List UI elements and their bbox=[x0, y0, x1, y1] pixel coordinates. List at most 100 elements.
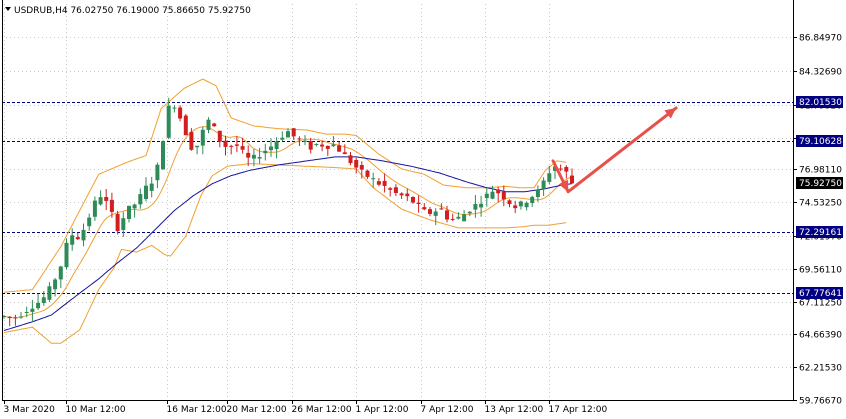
candle-body bbox=[354, 160, 359, 168]
candle-body bbox=[269, 146, 273, 151]
candle-body bbox=[7, 316, 12, 318]
candle-body bbox=[41, 297, 46, 303]
candle-body bbox=[303, 140, 307, 142]
candle-body bbox=[178, 107, 183, 119]
candle-body bbox=[507, 200, 512, 205]
candle-body bbox=[462, 214, 467, 222]
candle-body bbox=[513, 205, 518, 209]
candle-body bbox=[433, 211, 438, 216]
candle-body bbox=[229, 145, 234, 147]
y-tick-label: 64.66390 bbox=[799, 331, 842, 341]
candle-body bbox=[320, 144, 325, 147]
x-tick-label: 26 Mar 12:00 bbox=[292, 405, 352, 415]
candle-body bbox=[308, 141, 313, 150]
candle-body bbox=[439, 208, 444, 210]
candle-body bbox=[376, 181, 381, 185]
candle-body bbox=[183, 115, 188, 136]
candle-body bbox=[524, 202, 529, 208]
candle-body bbox=[127, 205, 131, 219]
candle-body bbox=[200, 129, 205, 146]
candle-body bbox=[161, 141, 165, 170]
candle-body bbox=[484, 193, 489, 199]
candle-body bbox=[331, 144, 336, 147]
candle-body bbox=[564, 167, 569, 172]
candle-body bbox=[75, 237, 80, 240]
candle-body bbox=[240, 146, 245, 150]
candle-body bbox=[64, 242, 69, 268]
level-label: 72.29161 bbox=[799, 228, 842, 238]
x-tick-label: 1 Apr 12:00 bbox=[356, 405, 409, 415]
candle-body bbox=[19, 316, 23, 318]
candle-body bbox=[189, 131, 194, 150]
candle-body bbox=[411, 197, 415, 203]
candle-body bbox=[166, 105, 171, 138]
candle-body bbox=[144, 185, 148, 199]
y-tick-label: 62.21530 bbox=[799, 364, 842, 374]
candle-body bbox=[467, 211, 472, 214]
candle-body bbox=[496, 189, 501, 194]
candle-body bbox=[286, 131, 290, 138]
candle-body bbox=[450, 218, 455, 220]
chart-title: USDRUB,H4 76.02750 76.19000 75.86650 75.… bbox=[14, 6, 251, 16]
candle-body bbox=[405, 193, 410, 197]
y-tick-label: 67.11250 bbox=[799, 299, 842, 309]
x-tick-label: 7 Apr 12:00 bbox=[421, 405, 474, 415]
candle-body bbox=[297, 138, 302, 140]
candle-body bbox=[87, 217, 92, 227]
y-tick-label: 86.84970 bbox=[799, 34, 842, 44]
x-tick-label: 17 Apr 12:00 bbox=[549, 405, 608, 415]
candle-body bbox=[263, 150, 268, 154]
candle-body bbox=[274, 141, 279, 150]
candle-body bbox=[257, 157, 262, 159]
candle-body bbox=[428, 209, 432, 214]
candle-body bbox=[422, 207, 427, 210]
candle-body bbox=[121, 218, 126, 230]
candle-body bbox=[445, 210, 449, 220]
candle-body bbox=[342, 152, 347, 154]
x-tick-label: 10 Mar 12:00 bbox=[66, 405, 126, 415]
candle-body bbox=[155, 164, 160, 181]
candle-body bbox=[518, 201, 523, 207]
candle-body bbox=[109, 199, 114, 212]
candle-body bbox=[195, 145, 200, 148]
candle-body bbox=[206, 119, 211, 130]
candle-body bbox=[291, 128, 296, 137]
y-tick-label: 74.53250 bbox=[799, 199, 842, 209]
x-tick-label: 3 Mar 2020 bbox=[4, 405, 56, 415]
candle-body bbox=[393, 187, 398, 193]
candle-body bbox=[541, 180, 546, 190]
candle-body bbox=[490, 191, 495, 199]
candle-body bbox=[456, 216, 461, 219]
price-chart[interactable]: 86.8497084.3269081.7932079.2704076.98110… bbox=[0, 0, 846, 419]
candle-body bbox=[416, 202, 421, 204]
candle-body bbox=[479, 203, 484, 208]
y-tick-label: 84.32690 bbox=[799, 68, 842, 78]
candle-body bbox=[314, 144, 319, 145]
candle-body bbox=[558, 168, 563, 170]
candle-body bbox=[47, 286, 52, 300]
candle-body bbox=[371, 178, 376, 180]
candle-body bbox=[24, 312, 29, 313]
candle-body bbox=[473, 204, 478, 210]
candle-body bbox=[58, 266, 63, 280]
candle-body bbox=[217, 130, 222, 142]
y-tick-label: 76.98110 bbox=[799, 166, 842, 176]
candle-body bbox=[570, 175, 574, 184]
y-tick-label: 69.56110 bbox=[799, 266, 842, 276]
level-label: 67.77641 bbox=[799, 289, 842, 299]
candle-body bbox=[223, 140, 228, 147]
candle-body bbox=[81, 229, 86, 241]
candle-body bbox=[246, 152, 251, 158]
x-tick-label: 16 Mar 12:00 bbox=[167, 405, 227, 415]
candle-body bbox=[234, 144, 239, 146]
current-price-label: 75.92750 bbox=[799, 179, 842, 189]
candle-body bbox=[280, 137, 285, 140]
candle-body bbox=[365, 170, 370, 177]
level-label: 79.10628 bbox=[799, 137, 842, 147]
candle-body bbox=[30, 308, 35, 312]
candle-body bbox=[70, 235, 75, 245]
candle-body bbox=[53, 279, 58, 290]
candle-body bbox=[348, 155, 353, 164]
candle-body bbox=[535, 189, 540, 197]
candle-body bbox=[399, 193, 404, 196]
